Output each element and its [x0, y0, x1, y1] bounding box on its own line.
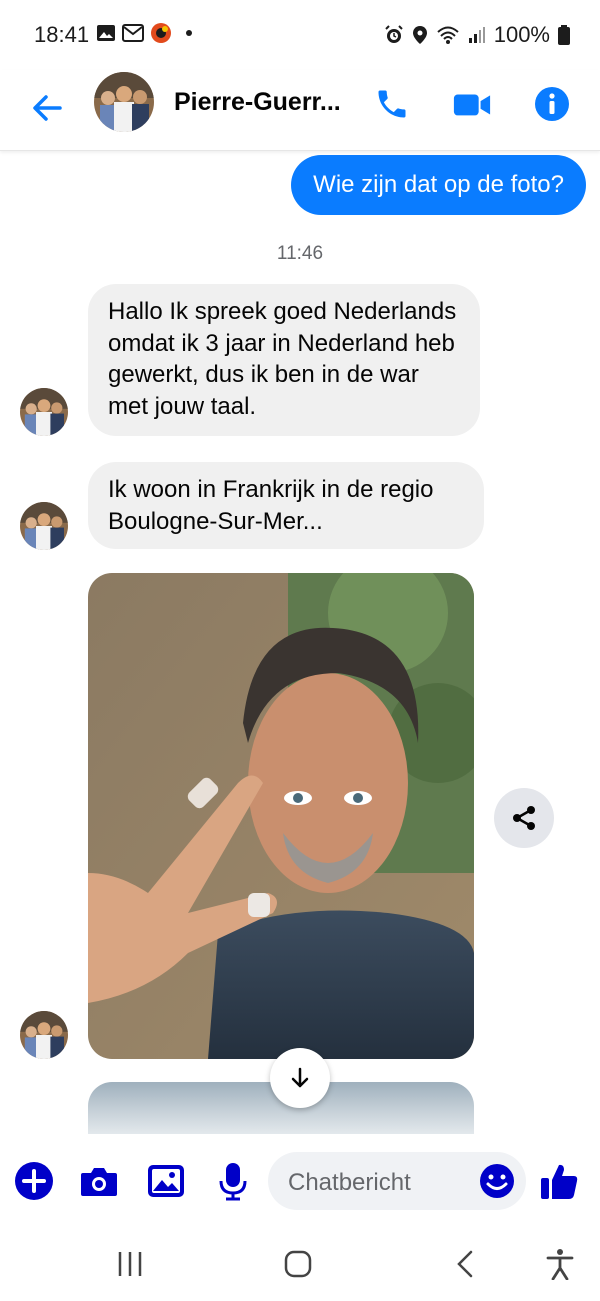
gallery-button[interactable] [145, 1160, 187, 1202]
emoji-button[interactable] [478, 1162, 516, 1200]
sender-avatar[interactable] [20, 502, 68, 550]
gallery-icon [148, 1165, 184, 1197]
outgoing-message[interactable]: Wie zijn dat op de foto? [291, 155, 586, 215]
info-button[interactable] [532, 84, 572, 124]
contact-name[interactable]: Pierre-Guerr... [174, 88, 341, 117]
avatar-photo [94, 72, 154, 132]
accessibility-button[interactable] [535, 1242, 585, 1286]
microphone-icon [219, 1163, 247, 1201]
more-actions-button[interactable] [13, 1160, 55, 1202]
chevron-left-icon [457, 1250, 473, 1278]
message-timestamp: 11:46 [276, 243, 324, 264]
like-button[interactable] [538, 1160, 580, 1202]
incoming-message[interactable]: Ik woon in Frankrijk in de regio Boulogn… [88, 462, 484, 549]
sender-avatar[interactable] [20, 1011, 68, 1059]
signal-icon [468, 27, 485, 43]
system-navigation-bar [0, 1230, 600, 1301]
voice-call-button[interactable] [372, 84, 412, 124]
arrow-left-icon [33, 95, 62, 121]
alarm-icon [385, 25, 403, 43]
notification-icons [96, 22, 192, 44]
gmail-icon [122, 24, 144, 42]
message-input[interactable]: Chatbericht [268, 1152, 526, 1210]
camera-button[interactable] [78, 1160, 120, 1202]
sender-avatar[interactable] [20, 388, 68, 436]
emoji-icon [480, 1164, 514, 1198]
back-button[interactable] [28, 88, 68, 128]
phone-icon [378, 90, 406, 118]
info-icon [535, 87, 569, 121]
plus-icon [15, 1162, 53, 1200]
more-notifications-dot [186, 30, 192, 36]
wifi-icon [437, 26, 459, 44]
photo-message[interactable] [88, 573, 474, 1059]
avatar-photo [20, 388, 68, 436]
battery-percent: 100% [493, 22, 550, 47]
status-time: 18:41 [34, 22, 90, 47]
recent-apps-button[interactable] [105, 1242, 155, 1286]
home-icon [284, 1250, 312, 1278]
app-icon [151, 23, 171, 43]
battery-icon [558, 25, 570, 45]
composer-bar: Chatbericht [0, 1134, 600, 1230]
share-icon [513, 806, 535, 830]
avatar-photo [20, 1011, 68, 1059]
video-camera-icon [453, 94, 491, 116]
location-icon [412, 26, 427, 44]
status-bar: 18:41 100% [0, 0, 600, 70]
chat-header: Pierre-Guerr... [0, 70, 600, 151]
system-status: 100% [384, 22, 570, 48]
message-placeholder: Chatbericht [288, 1169, 411, 1196]
home-button[interactable] [273, 1242, 323, 1286]
camera-icon [81, 1168, 117, 1196]
share-button[interactable] [494, 788, 554, 848]
avatar-photo [20, 502, 68, 550]
arrow-down-icon [291, 1067, 309, 1088]
recent-apps-icon [118, 1252, 142, 1276]
incoming-message[interactable]: Hallo Ik spreek goed Nederlands omdat ik… [88, 284, 480, 436]
photo-image [88, 573, 474, 1059]
thumbs-up-icon [541, 1164, 578, 1199]
voice-message-button[interactable] [212, 1160, 254, 1202]
video-call-button[interactable] [452, 84, 492, 124]
accessibility-icon [546, 1249, 574, 1280]
scroll-to-bottom-button[interactable] [270, 1048, 330, 1108]
nav-back-button[interactable] [441, 1242, 491, 1286]
gallery-icon [97, 25, 115, 41]
contact-avatar[interactable] [94, 72, 154, 132]
